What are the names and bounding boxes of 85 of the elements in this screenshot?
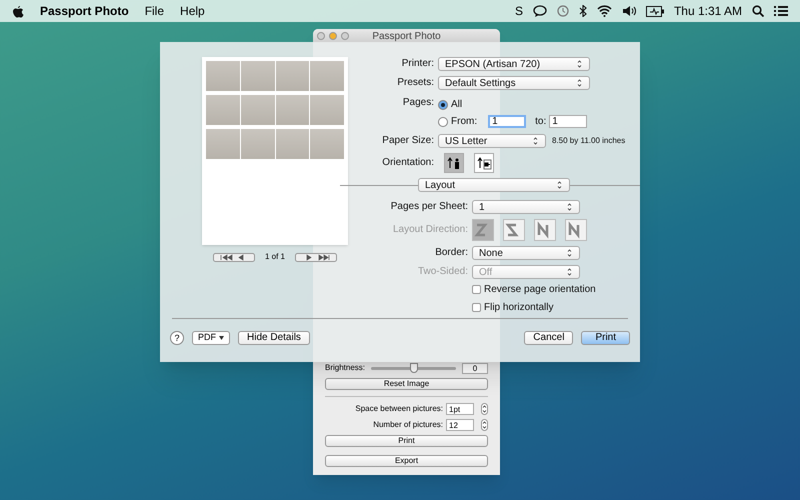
dropdown-arrow-icon bbox=[219, 336, 224, 340]
photo-placeholder bbox=[206, 61, 240, 91]
orientation-button[interactable] bbox=[474, 153, 494, 173]
speaker-icon[interactable] bbox=[622, 5, 636, 17]
portrait-orientation-icon bbox=[446, 156, 462, 170]
push-button[interactable]: Print bbox=[325, 435, 488, 447]
popup-button[interactable]: Layout bbox=[418, 178, 570, 192]
field-label: to: bbox=[535, 115, 546, 129]
print-button[interactable]: Print bbox=[581, 331, 630, 345]
updown-caret-icon bbox=[566, 248, 573, 258]
pdf-menu-button[interactable]: PDF bbox=[192, 331, 230, 345]
help-button[interactable]: ? bbox=[170, 331, 184, 345]
page-indicator: 1 of 1 bbox=[264, 251, 285, 263]
menu-item[interactable]: File bbox=[144, 2, 164, 20]
photo-placeholder bbox=[276, 129, 310, 159]
photo-placeholder bbox=[240, 95, 274, 125]
field-label: Two-Sided: bbox=[416, 266, 468, 278]
photo-placeholder bbox=[310, 129, 344, 159]
input-field[interactable]: 1pt bbox=[446, 403, 474, 415]
slider-thumb[interactable] bbox=[410, 362, 418, 372]
popup-button[interactable]: 1 bbox=[472, 200, 580, 214]
search-icon[interactable] bbox=[752, 5, 764, 17]
checkbox-label[interactable]: Flip horizontally bbox=[484, 300, 554, 315]
popup-button[interactable]: None bbox=[472, 246, 580, 260]
field-label: Brightness: bbox=[325, 362, 366, 374]
updown-caret-icon bbox=[566, 202, 573, 212]
field-label: Printer: bbox=[400, 58, 434, 70]
field-label: Number of pictures: bbox=[373, 419, 443, 431]
photo-placeholder bbox=[206, 95, 240, 125]
photo-placeholder bbox=[276, 61, 310, 91]
field-label: Presets: bbox=[396, 77, 434, 89]
orientation-button[interactable] bbox=[444, 153, 464, 173]
battery-icon[interactable] bbox=[646, 6, 664, 16]
input-field[interactable]: 1 bbox=[488, 115, 526, 128]
app-menu[interactable]: Passport Photo bbox=[40, 2, 129, 20]
push-button[interactable]: Export bbox=[325, 455, 488, 467]
input-field[interactable]: 1 bbox=[549, 115, 588, 128]
next-last-buttons-icon[interactable] bbox=[295, 252, 337, 262]
bluetooth-icon[interactable] bbox=[578, 5, 587, 17]
checkbox[interactable] bbox=[472, 303, 481, 312]
radio-button[interactable] bbox=[438, 116, 448, 126]
apple-icon[interactable] bbox=[12, 4, 24, 18]
landscape-orientation-icon bbox=[476, 156, 492, 170]
radio-label[interactable]: From: bbox=[451, 114, 478, 129]
first-previous-buttons-icon[interactable] bbox=[212, 252, 255, 262]
photo-placeholder bbox=[206, 129, 240, 159]
photo-placeholder bbox=[310, 95, 344, 125]
field-label: Layout Direction: bbox=[392, 224, 468, 236]
list-icon[interactable] bbox=[774, 5, 788, 17]
popup-button[interactable]: EPSON (Artisan 720) bbox=[438, 57, 590, 71]
menu-item[interactable]: Help bbox=[180, 2, 205, 20]
stepper-icon[interactable] bbox=[481, 403, 488, 415]
updown-caret-icon bbox=[576, 78, 583, 88]
checkbox-label[interactable]: Reverse page orientation bbox=[484, 282, 596, 297]
stepper-icon[interactable] bbox=[481, 419, 488, 431]
updown-caret-icon bbox=[532, 136, 539, 146]
photo-placeholder bbox=[240, 129, 274, 159]
field-label: Orientation: bbox=[381, 157, 434, 169]
updown-caret-icon bbox=[576, 59, 583, 69]
field-label: Border: bbox=[434, 247, 468, 259]
popup-button[interactable]: Default Settings bbox=[438, 76, 590, 90]
popup-button[interactable]: US Letter bbox=[438, 134, 546, 148]
cancel-button[interactable]: Cancel bbox=[524, 331, 574, 345]
window-title: Passport Photo bbox=[372, 30, 441, 44]
status-menu-item[interactable]: S bbox=[514, 2, 523, 20]
menu-clock[interactable]: Thu 1:31 AM bbox=[674, 2, 742, 20]
field-label: Pages: bbox=[402, 97, 434, 110]
field-label: Paper Size: bbox=[381, 135, 434, 147]
value-field[interactable]: 0 bbox=[462, 362, 488, 374]
photo-placeholder bbox=[276, 95, 310, 125]
checkbox[interactable] bbox=[472, 285, 481, 294]
updown-caret-icon bbox=[556, 180, 563, 190]
field-label: Space between pictures: bbox=[355, 403, 443, 415]
chat-bubble-icon[interactable] bbox=[532, 5, 547, 17]
push-button[interactable]: Hide Details bbox=[238, 331, 310, 345]
input-field[interactable]: 12 bbox=[446, 419, 474, 431]
push-button[interactable]: Reset Image bbox=[325, 378, 488, 390]
radio-button[interactable] bbox=[438, 100, 448, 110]
field-label: Pages per Sheet: bbox=[390, 201, 468, 213]
radio-label[interactable]: All bbox=[451, 97, 462, 112]
photo-placeholder bbox=[310, 61, 344, 91]
photo-placeholder bbox=[240, 61, 274, 91]
updown-caret-icon bbox=[566, 267, 573, 277]
paper-dimensions: 8.50 by 11.00 inches bbox=[552, 135, 626, 147]
wifi-icon[interactable] bbox=[596, 5, 612, 17]
